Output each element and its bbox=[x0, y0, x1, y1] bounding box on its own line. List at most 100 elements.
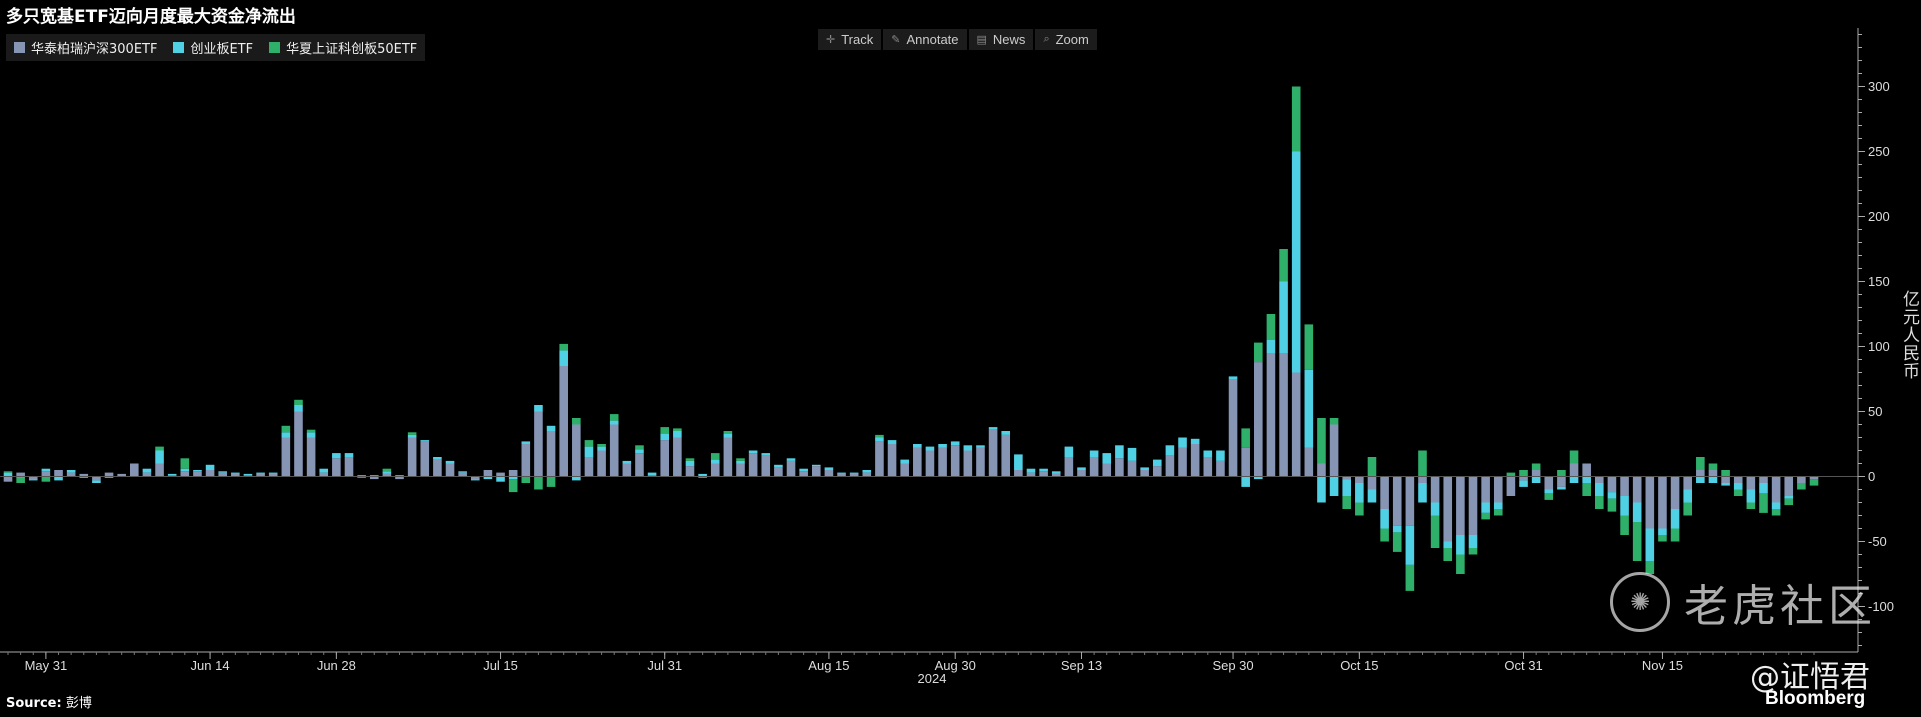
bar-segment bbox=[54, 476, 63, 481]
bar-segment bbox=[1531, 463, 1541, 470]
bar-segment bbox=[584, 446, 594, 457]
bar-segment bbox=[483, 476, 493, 480]
bar-segment bbox=[1355, 476, 1364, 483]
bar-segment bbox=[458, 472, 467, 477]
bar-segment bbox=[306, 432, 316, 438]
bar-segment bbox=[1746, 476, 1756, 490]
bar-segment bbox=[1342, 496, 1352, 509]
chart-toolbar: ✛ Track ✎ Annotate ▤ News ⌕ Zoom bbox=[818, 29, 1097, 50]
bar-segment bbox=[875, 437, 884, 442]
bar-segment bbox=[1481, 476, 1490, 503]
legend-label: 华夏上证科创板50ETF bbox=[286, 42, 418, 57]
annotate-button[interactable]: ✎ Annotate bbox=[883, 29, 967, 50]
bar-segment bbox=[167, 475, 177, 477]
x-tick-label: Aug 30 bbox=[935, 658, 976, 673]
x-tick-label: Jun 28 bbox=[317, 658, 356, 673]
bar-segment bbox=[1228, 376, 1238, 379]
bar-segment bbox=[1456, 554, 1465, 574]
x-tick-label: Sep 30 bbox=[1212, 658, 1253, 673]
annotate-label: Annotate bbox=[906, 32, 959, 47]
bar-segment bbox=[1279, 249, 1288, 282]
bar-segment bbox=[1405, 564, 1415, 591]
bar-segment bbox=[357, 476, 366, 478]
bar-segment bbox=[1708, 470, 1718, 477]
bar-segment bbox=[1418, 450, 1427, 477]
bar-segment bbox=[1746, 502, 1756, 509]
bar-segment bbox=[521, 444, 531, 477]
bar-segment bbox=[1696, 476, 1705, 483]
source-note: Source: 彭博 bbox=[6, 692, 92, 711]
bar-segment bbox=[1140, 470, 1149, 477]
bar-segment bbox=[16, 477, 25, 483]
bar-segment bbox=[546, 425, 556, 431]
bar-segment bbox=[673, 431, 682, 438]
bar-segment bbox=[1784, 476, 1794, 496]
bar-segment bbox=[559, 343, 568, 351]
bar-segment bbox=[1317, 463, 1326, 477]
zoom-button[interactable]: ⌕ Zoom bbox=[1035, 29, 1097, 50]
bar-segment bbox=[1152, 459, 1162, 467]
bar-segment bbox=[748, 453, 758, 477]
bar-segment bbox=[395, 476, 404, 480]
bar-segment bbox=[1266, 314, 1276, 340]
bar-segment bbox=[736, 458, 745, 461]
bar-segment bbox=[1317, 476, 1326, 503]
track-button[interactable]: ✛ Track bbox=[818, 29, 882, 50]
bar-segment bbox=[1203, 450, 1213, 457]
bar-segment bbox=[508, 476, 518, 480]
bar-segment bbox=[799, 471, 808, 477]
bar-segment bbox=[1430, 502, 1440, 516]
bar-segment bbox=[1771, 476, 1781, 503]
bar-segment bbox=[3, 476, 13, 482]
bar-segment bbox=[862, 470, 872, 473]
y-tick-label: 50 bbox=[1868, 404, 1882, 419]
bar-segment bbox=[963, 445, 973, 451]
bar-segment bbox=[1557, 470, 1566, 477]
bar-segment bbox=[1380, 476, 1389, 509]
legend-item-hs300[interactable]: 华泰柏瑞沪深300ETF bbox=[14, 38, 157, 57]
bar-segment bbox=[1708, 476, 1718, 483]
legend-label: 华泰柏瑞沪深300ETF bbox=[31, 42, 158, 57]
bar-segment bbox=[395, 475, 404, 477]
bar-segment bbox=[1683, 476, 1692, 490]
bar-segment bbox=[1001, 434, 1011, 477]
bar-segment bbox=[1039, 468, 1048, 472]
bar-segment bbox=[1569, 450, 1579, 464]
bar-segment bbox=[1582, 476, 1591, 483]
source-label: Source: bbox=[6, 696, 62, 711]
bar-segment bbox=[862, 472, 872, 477]
bar-segment bbox=[1291, 151, 1301, 373]
bar-segment bbox=[1190, 438, 1200, 444]
bar-segment bbox=[774, 467, 783, 477]
bar-segment bbox=[647, 475, 657, 477]
bar-segment bbox=[1430, 476, 1440, 503]
bar-segment bbox=[1468, 476, 1478, 535]
bar-segment bbox=[976, 447, 985, 477]
bar-segment bbox=[1165, 445, 1175, 456]
bar-segment bbox=[1595, 483, 1604, 496]
bar-segment bbox=[963, 450, 973, 477]
bar-segment bbox=[622, 460, 632, 464]
bar-segment bbox=[117, 473, 126, 477]
bar-segment bbox=[1582, 463, 1591, 477]
legend-item-chinext[interactable]: 创业板ETF bbox=[173, 38, 253, 57]
bar-segment bbox=[193, 470, 202, 472]
bar-segment bbox=[1089, 457, 1099, 477]
bar-segment bbox=[660, 433, 670, 441]
bar-segment bbox=[319, 472, 329, 477]
bar-segment bbox=[748, 450, 758, 454]
legend-item-star50[interactable]: 华夏上证科创板50ETF bbox=[269, 38, 417, 57]
bar-segment bbox=[180, 471, 190, 477]
news-button[interactable]: ▤ News bbox=[968, 29, 1034, 50]
bar-segment bbox=[1203, 457, 1213, 477]
bar-segment bbox=[155, 446, 164, 451]
bar-segment bbox=[1658, 476, 1667, 529]
bar-segment bbox=[205, 470, 215, 477]
bar-segment bbox=[900, 463, 909, 477]
bar-segment bbox=[938, 444, 947, 448]
bar-segment bbox=[622, 463, 632, 477]
bar-segment bbox=[1279, 281, 1288, 353]
bar-segment bbox=[1759, 493, 1768, 513]
bar-segment bbox=[685, 458, 695, 461]
bar-segment bbox=[180, 468, 190, 472]
